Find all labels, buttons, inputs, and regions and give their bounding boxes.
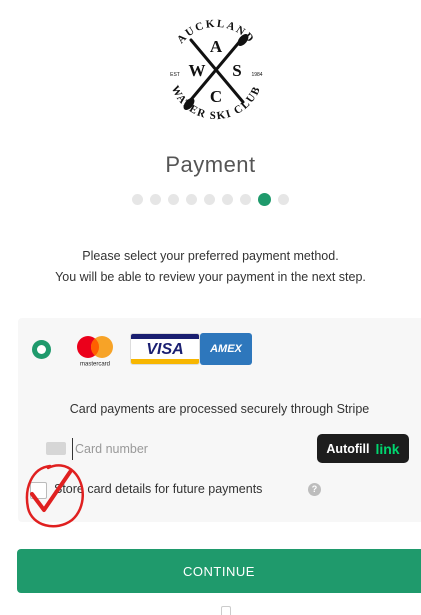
amex-logo: AMEX	[200, 333, 252, 365]
page-title: Payment	[165, 152, 256, 177]
step-dot	[204, 194, 215, 205]
amex-label: AMEX	[210, 343, 242, 355]
logo-letter-w: W	[189, 61, 206, 80]
step-dot-active	[258, 193, 271, 206]
visa-label: VISA	[146, 341, 184, 358]
store-card-label: Store card details for future payments	[54, 482, 263, 496]
logo-year-label: 1984	[251, 72, 262, 78]
mastercard-label: mastercard	[80, 362, 110, 368]
store-card-checkbox[interactable]	[30, 482, 47, 499]
footer-icon-partial	[221, 606, 231, 615]
step-dot	[240, 194, 251, 205]
step-dot	[222, 194, 233, 205]
logo-est-label: EST	[170, 72, 180, 78]
club-logo: AUCKLAND WATER SKI CLUB A W S C EST 1984	[169, 18, 263, 122]
card-number-input[interactable]	[72, 438, 312, 460]
step-dot	[132, 194, 143, 205]
card-method-radio[interactable]	[32, 340, 51, 359]
link-brand-label: link	[375, 440, 400, 457]
step-dot	[186, 194, 197, 205]
autofill-label: Autofill	[326, 441, 370, 456]
step-dot	[278, 194, 289, 205]
intro-text: Please select your preferred payment met…	[0, 246, 421, 288]
help-icon[interactable]: ?	[308, 483, 321, 496]
logo-letter-a: A	[210, 37, 223, 56]
continue-button[interactable]: CONTINUE	[17, 549, 421, 593]
logo-letter-c: C	[210, 87, 222, 106]
step-dot	[168, 194, 179, 205]
visa-logo: VISA	[130, 333, 200, 365]
logo-letter-s: S	[232, 61, 241, 80]
intro-line-2: You will be able to review your payment …	[55, 270, 366, 284]
step-dot	[150, 194, 161, 205]
credit-card-icon	[46, 442, 66, 455]
card-number-row: Autofill link	[46, 434, 413, 464]
store-card-row: Store card details for future payments ?	[30, 480, 410, 502]
mastercard-logo: mastercard	[77, 336, 113, 368]
intro-line-1: Please select your preferred payment met…	[82, 249, 339, 263]
autofill-link-button[interactable]: Autofill link	[317, 434, 409, 463]
card-payment-panel: mastercard VISA AMEX Card payments are p…	[18, 318, 421, 522]
stripe-secure-note: Card payments are processed securely thr…	[69, 402, 370, 416]
step-indicator	[0, 193, 421, 206]
